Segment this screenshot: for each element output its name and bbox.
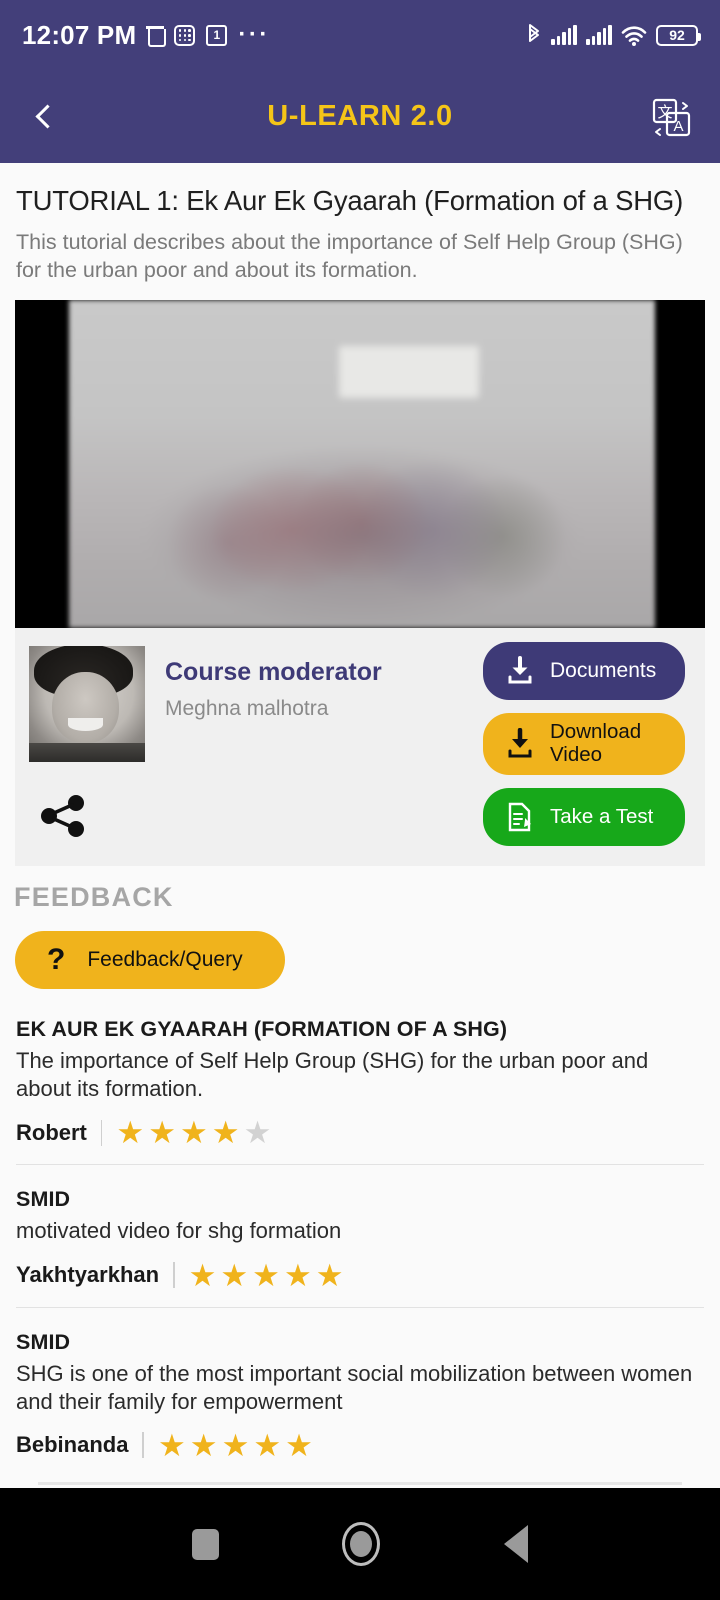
- back-button[interactable]: [22, 94, 68, 140]
- review-item: SMID motivated video for shg formation Y…: [16, 1164, 704, 1306]
- reviews-list: EK AUR EK GYAARAH (FORMATION OF A SHG) T…: [0, 1017, 720, 1477]
- signal-bars-icon-2: [586, 25, 612, 45]
- review-rating: ★ ★ ★ ★ ★: [102, 1117, 271, 1148]
- app-title: U-LEARN 2.0: [267, 100, 453, 132]
- take-a-test-button[interactable]: Take a Test: [483, 788, 685, 847]
- download-video-button-label: Download Video: [550, 720, 642, 767]
- video-frame: [69, 300, 655, 629]
- action-buttons: Documents Download Video Take a Test: [483, 642, 685, 847]
- feedback-section-title: FEEDBACK: [14, 882, 174, 913]
- battery-percent: 92: [669, 27, 685, 43]
- star-filled-icon: ★: [188, 1257, 217, 1293]
- star-filled-icon: ★: [221, 1427, 250, 1463]
- star-filled-icon: ★: [253, 1427, 282, 1463]
- review-title: EK AUR EK GYAARAH (FORMATION OF A SHG): [16, 1017, 508, 1042]
- star-filled-icon: ★: [189, 1427, 218, 1463]
- review-body: SHG is one of the most important social …: [16, 1360, 693, 1414]
- wifi-icon: [621, 25, 647, 46]
- app-bar: U-LEARN 2.0 文 A: [0, 70, 720, 163]
- status-bar-left: 12:07 PM 1 ···: [22, 20, 526, 51]
- review-rating: ★ ★ ★ ★ ★: [144, 1430, 313, 1461]
- review-item: EK AUR EK GYAARAH (FORMATION OF A SHG) T…: [16, 1017, 704, 1164]
- star-filled-icon: ★: [283, 1257, 312, 1293]
- trash-icon: [146, 25, 167, 47]
- notification-box-icon: 1: [206, 24, 228, 46]
- download-video-line1: Download: [550, 720, 642, 744]
- tutorial-description: This tutorial describes about the import…: [16, 230, 683, 282]
- review-item: SMID SHG is one of the most important so…: [16, 1306, 704, 1477]
- app-root: 12:07 PM 1 ··· 92 U-LEARN 2.0 文 A TUTORI…: [0, 0, 720, 1600]
- star-filled-icon: ★: [315, 1257, 344, 1293]
- status-bar-right: 92: [526, 24, 701, 46]
- translate-icon: 文 A: [652, 98, 691, 136]
- status-bar: 12:07 PM 1 ··· 92: [0, 0, 720, 70]
- avatar-smile: [68, 717, 104, 731]
- share-icon: [41, 795, 84, 838]
- star-filled-icon: ★: [220, 1257, 249, 1293]
- star-empty-icon: ★: [243, 1115, 272, 1151]
- star-filled-icon: ★: [157, 1427, 186, 1463]
- star-filled-icon: ★: [148, 1115, 176, 1151]
- bluetooth-icon: [526, 24, 542, 46]
- review-title: SMID: [16, 1329, 71, 1354]
- feedback-query-button-label: Feedback/Query: [87, 948, 243, 972]
- recents-square-icon[interactable]: [191, 1528, 219, 1560]
- overflow-dots-icon: ···: [238, 21, 270, 48]
- svg-text:A: A: [673, 118, 683, 135]
- download-icon: [505, 655, 535, 687]
- home-circle-icon[interactable]: [342, 1522, 381, 1566]
- review-rating: ★ ★ ★ ★ ★: [175, 1260, 344, 1291]
- avatar-body: [29, 743, 145, 763]
- star-filled-icon: ★: [211, 1115, 240, 1151]
- review-user: Robert: [16, 1119, 87, 1145]
- video-player[interactable]: [15, 300, 705, 629]
- avatar: [29, 646, 145, 763]
- download-video-button[interactable]: Download Video: [483, 713, 685, 776]
- moderator-name: Meghna malhotra: [165, 697, 329, 721]
- battery-icon: 92: [656, 24, 701, 46]
- tutorial-title: TUTORIAL 1: Ek Aur Ek Gyaarah (Formation…: [16, 185, 684, 216]
- back-chevron-icon: [35, 104, 60, 129]
- moderator-role: Course moderator: [165, 658, 382, 687]
- signal-bars-icon: [551, 25, 578, 45]
- android-nav-bar: [0, 1488, 720, 1600]
- next-review-divider: [38, 1482, 682, 1485]
- download-video-line2: Video: [550, 743, 603, 767]
- review-footer: Yakhtyarkhan ★ ★ ★ ★ ★: [16, 1246, 704, 1291]
- test-document-icon: [505, 801, 535, 833]
- documents-button[interactable]: Documents: [483, 642, 685, 701]
- documents-button-label: Documents: [550, 659, 657, 683]
- take-a-test-button-label: Take a Test: [550, 804, 654, 828]
- moderator-text: Course moderator Meghna malhotra: [145, 646, 382, 762]
- translate-button[interactable]: 文 A: [644, 90, 698, 144]
- status-time: 12:07 PM: [22, 19, 137, 50]
- moderator-card: Course moderator Meghna malhotra Documen…: [15, 628, 705, 867]
- star-filled-icon: ★: [285, 1427, 313, 1463]
- svg-text:文: 文: [657, 103, 672, 121]
- review-body: The importance of Self Help Group (SHG) …: [16, 1048, 649, 1102]
- star-filled-icon: ★: [179, 1115, 208, 1151]
- calculator-icon: [174, 24, 196, 46]
- review-body: motivated video for shg formation: [16, 1218, 342, 1244]
- review-footer: Robert ★ ★ ★ ★ ★: [16, 1103, 704, 1148]
- review-user: Yakhtyarkhan: [16, 1262, 160, 1287]
- review-user: Bebinanda: [16, 1432, 129, 1458]
- star-filled-icon: ★: [116, 1115, 145, 1151]
- question-mark-icon: ?: [47, 943, 66, 977]
- star-filled-icon: ★: [252, 1257, 280, 1293]
- feedback-query-button[interactable]: ? Feedback/Query: [15, 931, 285, 990]
- share-button[interactable]: [37, 792, 89, 840]
- review-footer: Bebinanda ★ ★ ★ ★ ★: [16, 1416, 704, 1461]
- review-title: SMID: [16, 1187, 71, 1212]
- main-content: TUTORIAL 1: Ek Aur Ek Gyaarah (Formation…: [0, 163, 720, 1485]
- back-triangle-icon[interactable]: [504, 1525, 529, 1563]
- download-icon-2: [505, 728, 535, 760]
- avatar-face: [52, 671, 120, 744]
